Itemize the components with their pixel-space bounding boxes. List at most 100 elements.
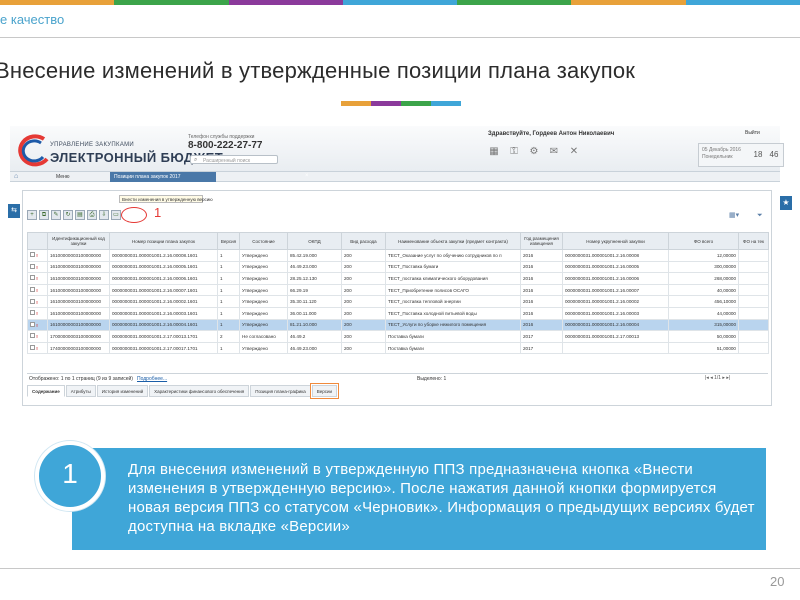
table-row[interactable]: ! 16100000003100000000 0000000031.00000100…	[27, 306, 769, 320]
menu-button[interactable]: Меню	[56, 174, 70, 180]
cell-fo-current	[738, 260, 769, 274]
table-row[interactable]: ! 16100000003100000000 0000000031.00000100…	[27, 318, 769, 332]
row-selector[interactable]: !	[27, 260, 48, 274]
row-checkbox[interactable]	[30, 275, 35, 281]
row-selector[interactable]: !	[27, 249, 48, 262]
row-selector[interactable]: !	[27, 341, 48, 355]
table-row[interactable]: ! 16100000003100000000 0000000031.00000100…	[27, 283, 769, 297]
row-checkbox[interactable]	[30, 263, 35, 269]
close-icon[interactable]: ✕	[568, 146, 580, 158]
brand-text: е качество	[0, 12, 65, 27]
column-header[interactable]: Вид расхода	[341, 232, 386, 250]
row-selector[interactable]: !	[27, 330, 48, 343]
add-icon[interactable]: +	[27, 210, 37, 220]
cell-okpd: 28.25.12.130	[287, 272, 342, 285]
cell-num: 0000000031.000001001.2.16.00002.1601	[109, 295, 218, 308]
details-link[interactable]: Подробнее...	[137, 376, 167, 382]
cell-year: 2016	[520, 295, 563, 308]
cell-state: Утверждено	[239, 318, 288, 332]
row-selector[interactable]: !	[27, 283, 48, 297]
cell-num: 0000000031.000001001.2.16.00003.1601	[109, 306, 218, 320]
cell-fo: 51,00000	[668, 341, 739, 355]
page-number: 20	[770, 574, 785, 589]
row-checkbox[interactable]	[30, 310, 35, 316]
copy-icon[interactable]: ⧉	[39, 210, 49, 220]
edit-icon[interactable]: ✎	[51, 210, 61, 220]
exit-button[interactable]: Выйти	[745, 130, 760, 136]
right-tools: ▦▾ ⏷	[729, 211, 775, 221]
row-selector[interactable]: !	[27, 306, 48, 320]
row-checkbox[interactable]	[30, 333, 35, 339]
column-header[interactable]: Год размещения извещения	[520, 232, 563, 250]
amend-approved-version-button[interactable]: ▭	[111, 210, 121, 220]
bottom-tab[interactable]: Характеристики финансового обеспечения	[149, 385, 250, 397]
refresh-icon[interactable]: ↻	[63, 210, 73, 220]
row-selector[interactable]: !	[27, 318, 48, 332]
table-row[interactable]: ! 17400000003100000000 0000000031.00000100…	[27, 341, 769, 355]
cell-name: ТЕСТ_Услуги по уборке нежилого помещения	[385, 318, 521, 332]
left-panel-toggle[interactable]: ⇆	[8, 204, 20, 218]
key-icon[interactable]: ⚿	[508, 146, 520, 158]
table-row[interactable]: ! 16100000003100000000 0000000031.00000100…	[27, 260, 769, 274]
search-input[interactable]: ⌕ Расширенный поиск	[190, 155, 278, 164]
bottom-tab[interactable]: Версии	[309, 383, 340, 399]
row-checkbox[interactable]	[30, 298, 35, 304]
column-header[interactable]: ФО на тек	[738, 232, 769, 250]
filter-icon[interactable]: ⏷	[757, 211, 775, 221]
column-header[interactable]	[27, 232, 48, 250]
table-row[interactable]: ! 16100000003100000000 0000000031.00000100…	[27, 272, 769, 285]
bottom-tab[interactable]: Атрибуты	[65, 385, 96, 397]
column-header[interactable]: Наименование объекта закупки (предмет ко…	[385, 232, 521, 250]
column-header[interactable]: Идентификационный код закупки	[47, 232, 110, 250]
bottom-tab[interactable]: История изменений	[96, 385, 149, 397]
close-icon[interactable]: ×	[305, 173, 309, 179]
column-header[interactable]: Номер укрупненной закупки	[562, 232, 669, 250]
cell-uz: 0000000031.000001001.2.16.00003	[562, 306, 669, 320]
deco-segment	[401, 101, 431, 106]
mail-icon[interactable]: ✉	[548, 146, 560, 158]
table-row[interactable]: ! 17000000003100000000 0000000031.00000100…	[27, 330, 769, 343]
page-navigation[interactable]: |◂ ◂ 1/1 ▸ ▸|	[705, 375, 730, 381]
column-header[interactable]: ФО всего	[668, 232, 739, 250]
column-header[interactable]: ОКПД	[287, 232, 342, 250]
settings-icon[interactable]: ⚙	[528, 146, 540, 158]
row-checkbox[interactable]	[30, 321, 35, 327]
bottom-tab[interactable]: Содержание	[27, 385, 65, 397]
home-icon[interactable]: ⌂	[14, 173, 18, 180]
search-placeholder: Расширенный поиск	[203, 158, 251, 164]
row-checkbox[interactable]	[30, 345, 35, 351]
table-row[interactable]: ! 16100000003100000000 0000000031.00000100…	[27, 295, 769, 308]
warning-icon: !	[36, 264, 38, 270]
cell-year: 2016	[520, 306, 563, 320]
column-header[interactable]: Версия	[217, 232, 240, 250]
cell-state: Утверждено	[239, 260, 288, 274]
cell-fo: 44,00000	[668, 306, 739, 320]
export-icon[interactable]: ⇩	[99, 210, 109, 220]
cell-ver: 2	[217, 330, 240, 343]
favorites-star-icon[interactable]: ★	[780, 196, 792, 210]
warning-icon: !	[36, 276, 38, 282]
cell-ver: 1	[217, 341, 240, 355]
footer-divider	[0, 568, 800, 569]
column-header[interactable]: Номер позиции плана закупок	[109, 232, 218, 250]
tab-purchase-plan-positions[interactable]: Позиции плана закупок 2017 ×	[110, 172, 309, 182]
cell-uz	[562, 341, 669, 355]
cell-uz: 0000000031.000001001.2.16.00006	[562, 272, 669, 285]
document-icon[interactable]: ▤	[75, 210, 85, 220]
grid-icon[interactable]: ▦	[488, 146, 500, 158]
content-panel: + ⧉ ✎ ↻ ▤ ⎙ ⇩ ▭ Внести изменения в утвер…	[22, 190, 772, 406]
cell-num: 0000000031.000001001.2.17.00013.1701	[109, 330, 218, 343]
print-icon[interactable]: ⎙	[87, 210, 97, 220]
table-header: Идентификационный код закупки Номер позиц…	[27, 232, 769, 250]
row-selector[interactable]: !	[27, 272, 48, 285]
row-checkbox[interactable]	[30, 252, 35, 258]
row-checkbox[interactable]	[30, 287, 35, 293]
row-selector[interactable]: !	[27, 295, 48, 308]
view-settings-icon[interactable]: ▦▾	[729, 211, 747, 221]
bottom-tab[interactable]: Позиция плана-графика	[250, 385, 311, 397]
cell-num: 0000000031.000001001.2.16.00006.1601	[109, 272, 218, 285]
column-header[interactable]: Состояние	[239, 232, 288, 250]
app-logo[interactable]: УПРАВЛЕНИЕ ЗАКУПКАМИ ЭЛЕКТРОННЫЙ БЮДЖЕТ	[14, 129, 223, 169]
user-greeting: Здравствуйте, Гордеев Антон Николаевич	[488, 131, 615, 137]
table-row[interactable]: ! 16100000003100000000 0000000031.00000100…	[27, 249, 769, 262]
